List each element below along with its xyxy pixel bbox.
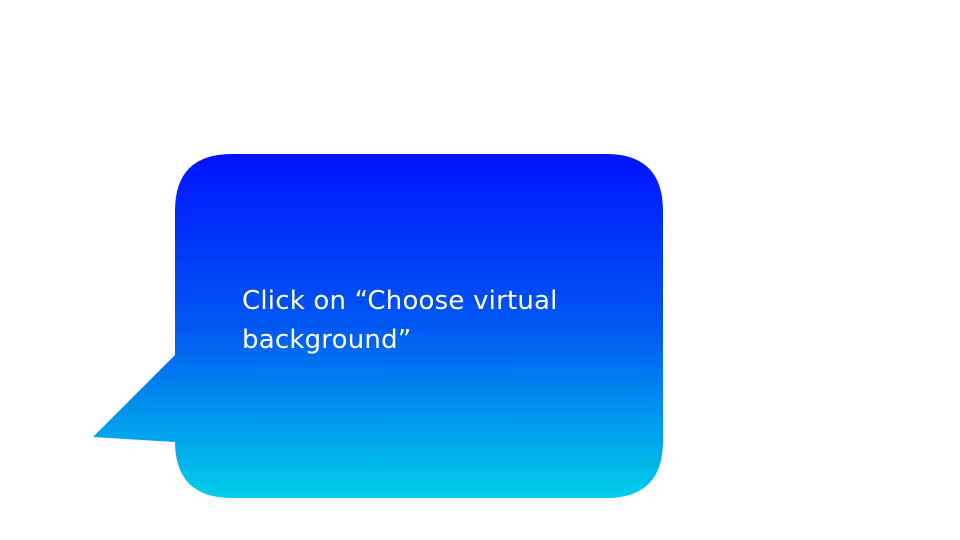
speech-bubble-callout <box>93 154 663 498</box>
slide-canvas: Click on “Choose virtual background” <box>0 0 960 540</box>
callout-instruction-text: Click on “Choose virtual background” <box>242 286 558 355</box>
